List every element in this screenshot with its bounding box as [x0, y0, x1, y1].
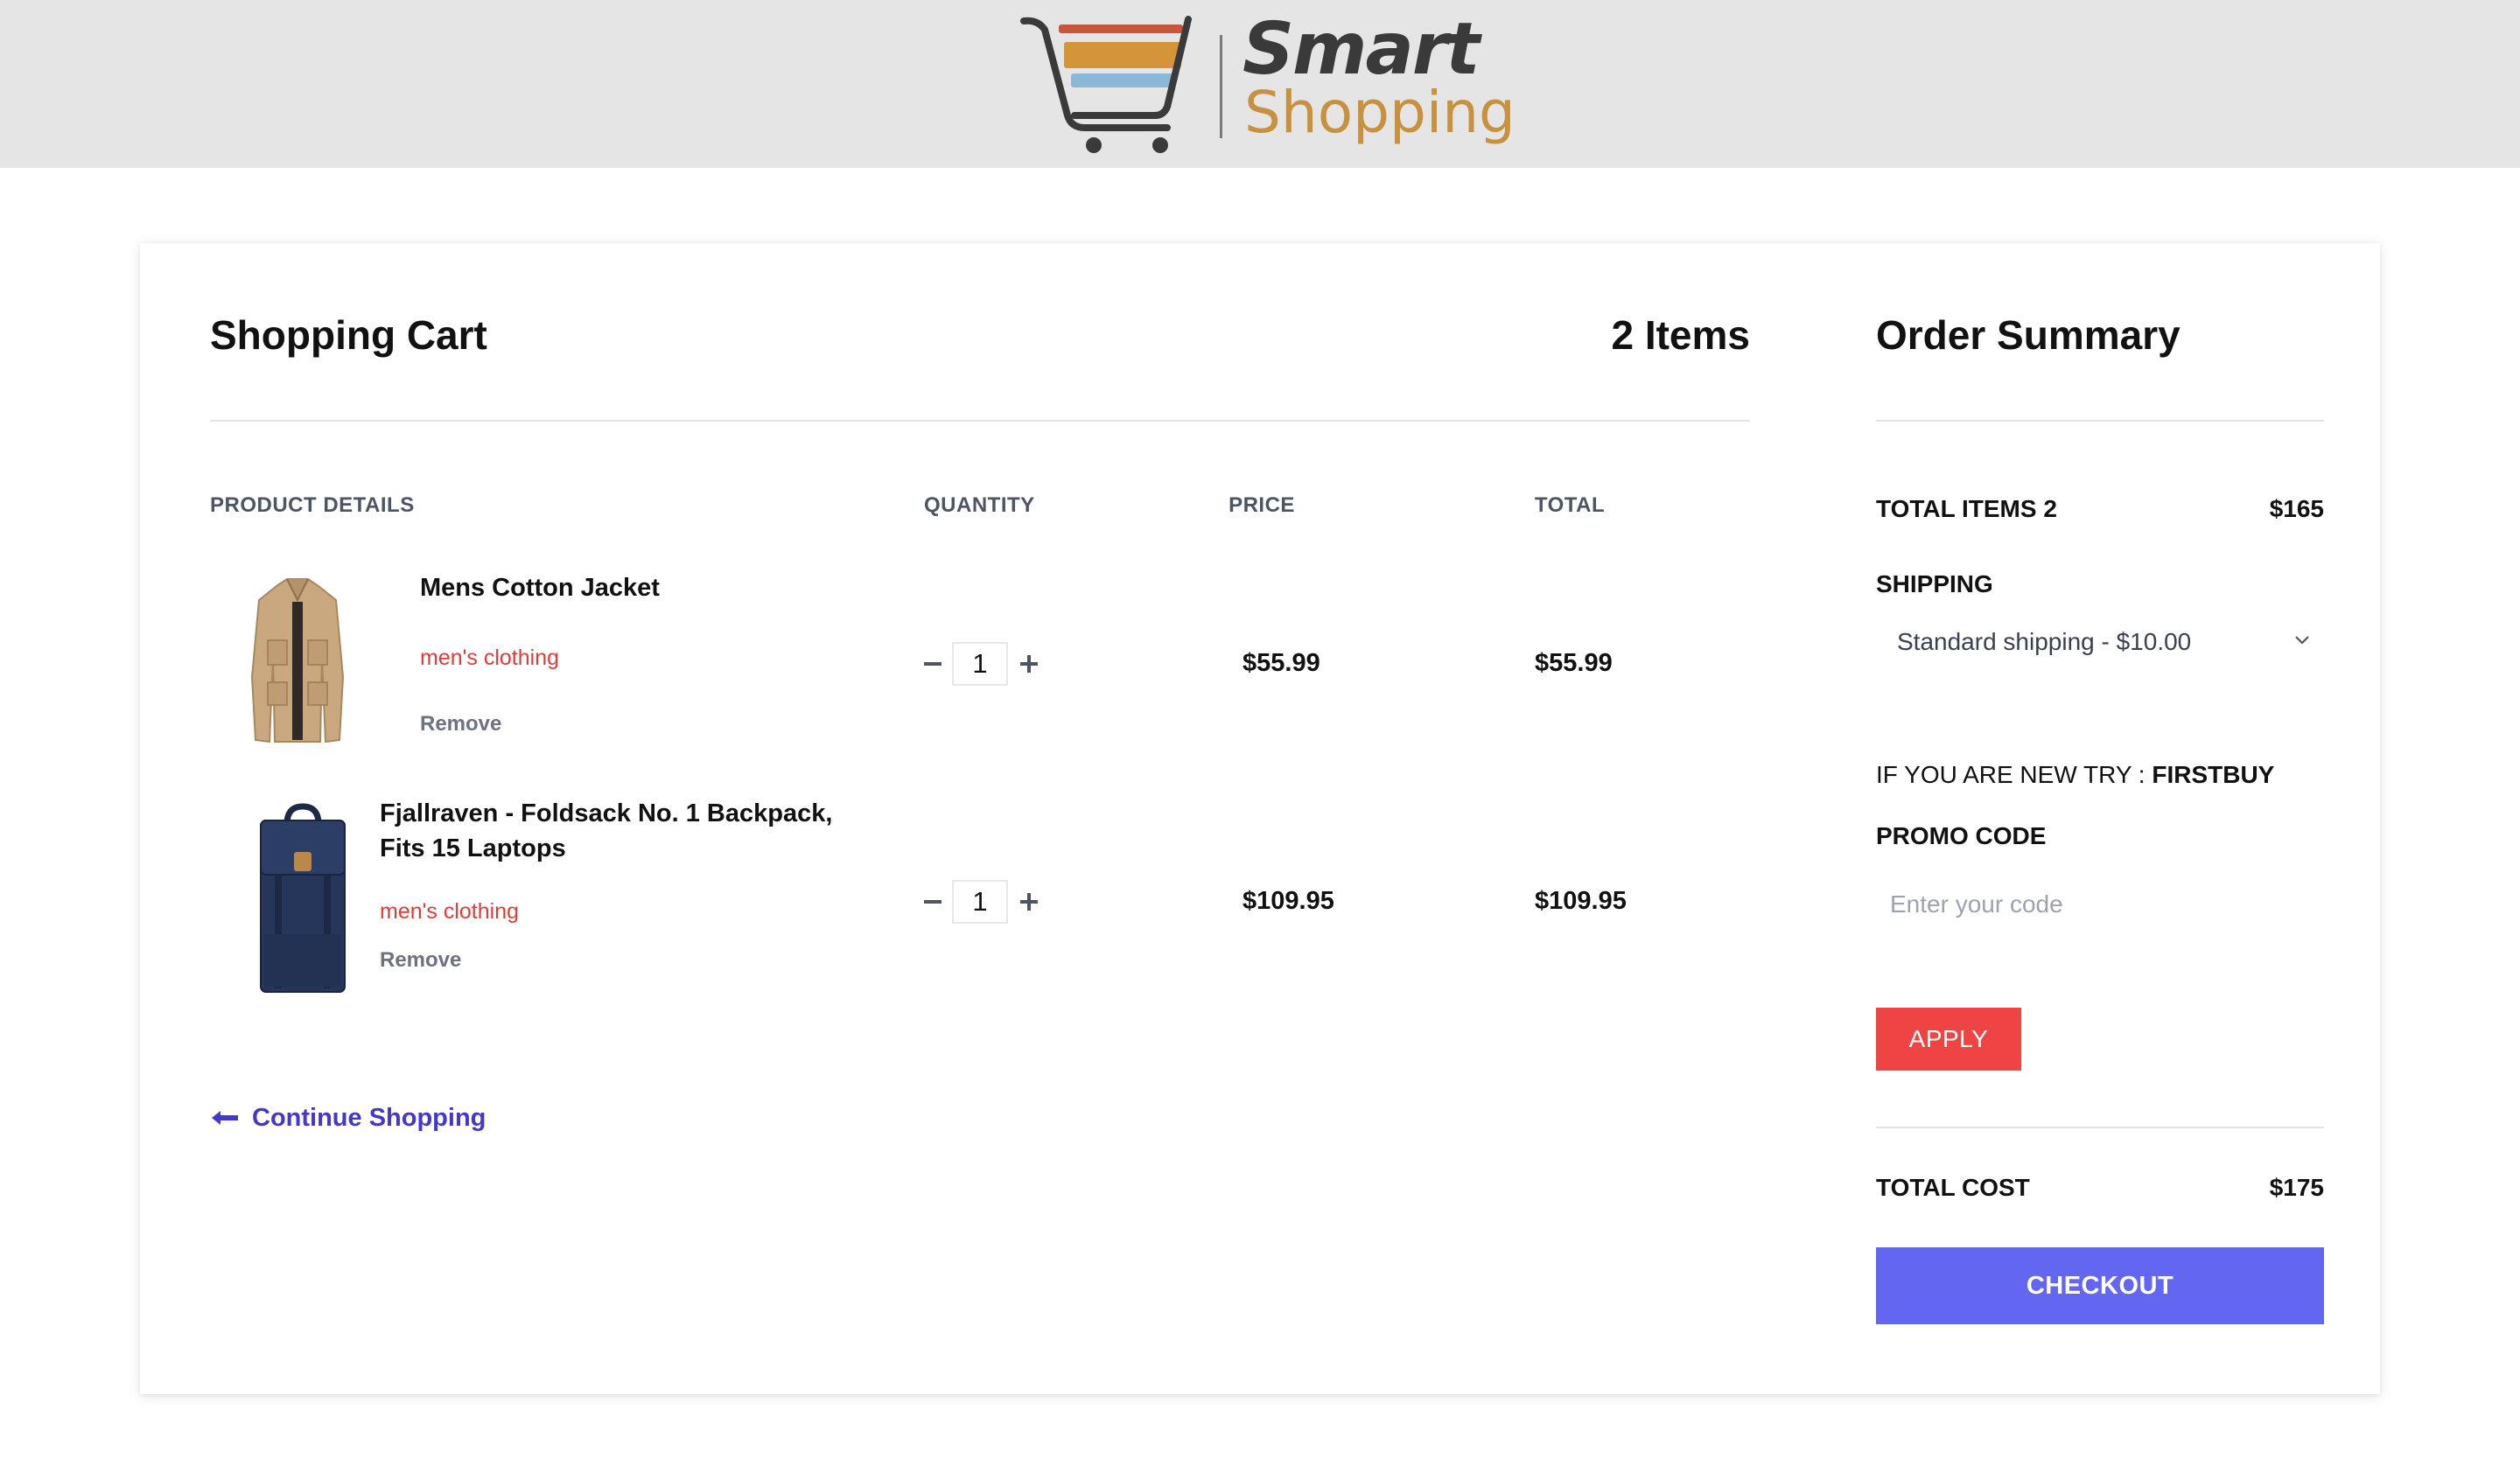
- checkout-button[interactable]: CHECKOUT: [1876, 1247, 2324, 1324]
- divider: [1876, 420, 2324, 422]
- product-image-backpack: [260, 803, 346, 993]
- cart-item-row: Fjallraven - Foldsack No. 1 Backpack, Fi…: [140, 799, 1802, 1013]
- quantity-input[interactable]: [952, 880, 1008, 924]
- chevron-down-icon: [2295, 636, 2309, 645]
- shipping-select[interactable]: Standard shipping - $10.00: [1876, 616, 2324, 668]
- increase-quantity-button[interactable]: [1012, 880, 1046, 924]
- arrow-left-icon: [212, 1111, 238, 1125]
- total-items-label: TOTAL ITEMS 2: [1876, 495, 2057, 522]
- product-name[interactable]: Fjallraven - Foldsack No. 1 Backpack, Fi…: [380, 796, 870, 866]
- continue-shopping-link[interactable]: Continue Shopping: [210, 1100, 486, 1135]
- divider: [210, 420, 1750, 422]
- item-total: $109.95: [1535, 887, 1627, 915]
- site-logo[interactable]: Smart Shopping: [1020, 8, 1516, 159]
- continue-shopping-label: Continue Shopping: [252, 1103, 486, 1132]
- divider: [1876, 1127, 2324, 1128]
- item-price: $109.95: [1242, 887, 1334, 915]
- remove-item-button[interactable]: Remove: [420, 712, 501, 736]
- product-image-jacket: [250, 578, 345, 743]
- cart-items-count: 2 Items: [1611, 312, 1750, 358]
- product-category: men's clothing: [420, 646, 560, 670]
- logo-text-shopping: Shopping: [1244, 79, 1516, 146]
- cart-item-row: Mens Cotton Jacket men's clothing Remove…: [140, 574, 1802, 763]
- cart-card: Shopping Cart 2 Items PRODUCT DETAILS QU…: [140, 243, 2380, 1394]
- item-price: $55.99: [1242, 649, 1320, 677]
- quantity-stepper: [915, 642, 1046, 686]
- order-summary-title: Order Summary: [1876, 312, 2180, 358]
- total-items-value: $165: [2269, 495, 2324, 522]
- column-header-total: TOTAL: [1534, 493, 1606, 517]
- logo-divider: [1220, 35, 1222, 138]
- column-header-price: PRICE: [1228, 493, 1295, 517]
- shopping-cart-logo-icon: [1020, 16, 1192, 153]
- promo-hint-text: IF YOU ARE NEW TRY :: [1876, 761, 2146, 788]
- column-header-quantity: QUANTITY: [924, 493, 1035, 517]
- shipping-selected-option: Standard shipping - $10.00: [1897, 628, 2192, 655]
- promo-code-label: PROMO CODE: [1876, 822, 2047, 849]
- item-total: $55.99: [1535, 649, 1613, 677]
- promo-hint: IF YOU ARE NEW TRY : FIRSTBUY: [1876, 761, 2274, 789]
- product-name[interactable]: Mens Cotton Jacket: [420, 570, 910, 605]
- site-header: Smart Shopping: [0, 0, 2520, 168]
- promo-hint-code: FIRSTBUY: [2152, 761, 2275, 788]
- total-cost-label: TOTAL COST: [1876, 1174, 2030, 1201]
- decrease-quantity-button[interactable]: [915, 880, 950, 924]
- minus-icon: [924, 662, 942, 666]
- quantity-stepper: [915, 880, 1046, 924]
- column-header-product: PRODUCT DETAILS: [210, 493, 415, 517]
- product-category: men's clothing: [380, 899, 520, 924]
- plus-icon: [1020, 655, 1038, 673]
- total-cost-value: $175: [2269, 1174, 2324, 1201]
- plus-icon: [1020, 893, 1038, 911]
- remove-item-button[interactable]: Remove: [380, 948, 461, 973]
- decrease-quantity-button[interactable]: [915, 642, 950, 686]
- promo-code-input[interactable]: [1876, 873, 2324, 936]
- logo-text-smart: Smart: [1242, 8, 1480, 91]
- shipping-label: SHIPPING: [1876, 570, 1993, 597]
- page-title: Shopping Cart: [210, 312, 487, 358]
- minus-icon: [924, 900, 942, 904]
- quantity-input[interactable]: [952, 642, 1008, 686]
- increase-quantity-button[interactable]: [1012, 642, 1046, 686]
- apply-promo-button[interactable]: APPLY: [1876, 1008, 2021, 1071]
